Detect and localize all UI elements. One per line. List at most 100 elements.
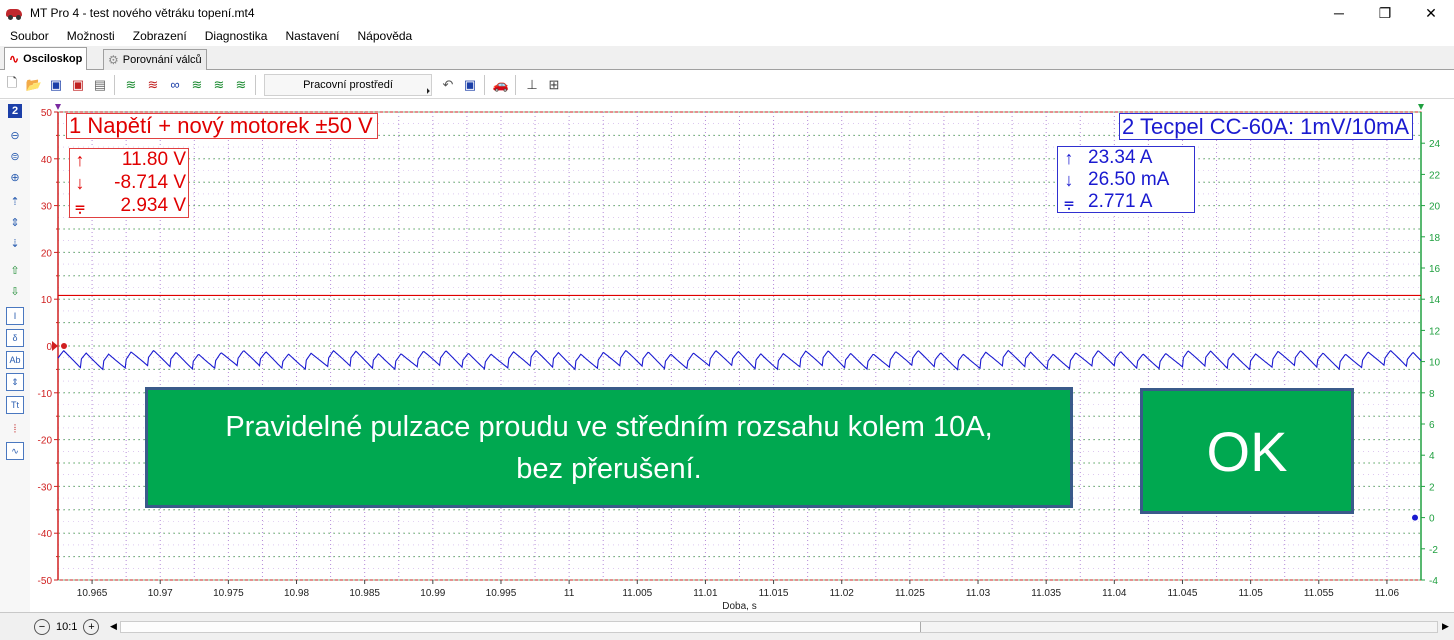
scroll-left-icon[interactable]: ◀ bbox=[110, 621, 117, 632]
x-tick-label: 11.03 bbox=[966, 588, 991, 599]
tab-osciloskop[interactable]: ∿ Osciloskop bbox=[4, 47, 88, 70]
arrow-up-icon[interactable]: ⇧ bbox=[6, 261, 24, 279]
channel-number-icon[interactable]: 2 bbox=[8, 104, 22, 118]
channel2-avg: 2.771 A bbox=[1088, 191, 1153, 212]
oscilloscope-plot[interactable]: 50 40 30 20 10 0 -10 -20 -30 -40 -50 24 22 20 18 16 14 12… bbox=[30, 100, 1454, 612]
left-tick-label: -50 bbox=[38, 576, 53, 587]
channel-settings-icon[interactable]: ≋ bbox=[187, 75, 207, 95]
right-tick-label: 16 bbox=[1429, 264, 1441, 275]
new-file-icon[interactable]: 🗋 bbox=[2, 75, 22, 95]
zoom-in-icon[interactable]: ⊕ bbox=[6, 168, 24, 186]
arrow-down-icon[interactable]: ⇩ bbox=[6, 282, 24, 300]
plot-svg: 50403020100-10-20-30-40-5024222018161412… bbox=[38, 104, 1441, 612]
right-tick-label: 24 bbox=[1429, 139, 1441, 150]
save-icon[interactable]: ▣ bbox=[46, 75, 66, 95]
channels-remove-icon[interactable]: ≋ bbox=[143, 75, 163, 95]
menu-moznosti[interactable]: Možnosti bbox=[58, 29, 124, 43]
maximize-button[interactable]: ❐ bbox=[1362, 0, 1408, 26]
min-arrow-icon: ↓ bbox=[75, 173, 85, 193]
move-down-icon[interactable]: ⇣ bbox=[6, 234, 24, 252]
save-workspace-icon[interactable]: ▣ bbox=[460, 75, 480, 95]
menu-zobrazeni[interactable]: Zobrazení bbox=[124, 29, 196, 43]
channel2-label[interactable]: 2 Tecpel CC-60A: 1mV/10mA bbox=[1119, 113, 1413, 140]
channel2-measurements: ↑ 23.34 A ↓ 26.50 mA ⩦ 2.771 A bbox=[1057, 146, 1195, 213]
channel-import-icon[interactable]: ≋ bbox=[231, 75, 251, 95]
measure-range-icon[interactable]: ⇕ bbox=[6, 373, 24, 391]
annotation-note: Pravidelné pulzace proudu ve středním ro… bbox=[145, 387, 1073, 508]
average-icon: ⩦ bbox=[74, 196, 86, 216]
title-bar: MT Pro 4 - test nového větráku topení.mt… bbox=[0, 0, 1454, 26]
zoom-out-icon[interactable]: ⊖ bbox=[6, 126, 24, 144]
x-tick-label: 11.045 bbox=[1168, 588, 1198, 599]
average-icon: ⩦ bbox=[1063, 192, 1075, 212]
x-tick-label: 11.05 bbox=[1238, 588, 1263, 599]
trigger-marker-left bbox=[55, 104, 61, 110]
close-button[interactable]: ✕ bbox=[1408, 0, 1454, 26]
text-label-icon[interactable]: Ab bbox=[6, 351, 24, 369]
move-up-icon[interactable]: ⇡ bbox=[6, 192, 24, 210]
undo-icon[interactable]: ↶ bbox=[438, 75, 458, 95]
measure-icon[interactable]: ⊥ bbox=[522, 75, 542, 95]
menu-bar: Soubor Možnosti Zobrazení Diagnostika Na… bbox=[0, 26, 1454, 46]
right-tick-label: 8 bbox=[1429, 389, 1435, 400]
center-icon[interactable]: ⇕ bbox=[6, 213, 24, 231]
right-tick-label: 14 bbox=[1429, 295, 1441, 306]
channel1-label[interactable]: 1 Napětí + nový motorek ±50 V bbox=[66, 113, 378, 139]
right-tick-label: 0 bbox=[1429, 514, 1435, 525]
time-scrollbar[interactable] bbox=[120, 621, 1438, 633]
print-icon[interactable]: ▤ bbox=[90, 75, 110, 95]
right-tick-label: 20 bbox=[1429, 202, 1441, 213]
x-tick-label: 11.035 bbox=[1031, 588, 1061, 599]
right-tick-label: 10 bbox=[1429, 358, 1441, 369]
max-arrow-icon: ↑ bbox=[75, 150, 85, 170]
right-tick-label: -2 bbox=[1429, 545, 1438, 556]
gear-icon: ⚙ bbox=[108, 53, 119, 67]
workspace-label: Pracovní prostředí bbox=[303, 78, 393, 91]
bottom-bar: − 10:1 + ◀ ▶ bbox=[0, 612, 1454, 640]
menu-diagnostika[interactable]: Diagnostika bbox=[196, 29, 277, 43]
channel1-zero-dot bbox=[61, 343, 67, 349]
save-as-icon[interactable]: ▣ bbox=[68, 75, 88, 95]
right-tick-label: 6 bbox=[1429, 420, 1435, 431]
tab-bar: ∿ Osciloskop ⚙ Porovnání válců bbox=[0, 46, 1454, 70]
channel2-zero-dot bbox=[1412, 514, 1418, 521]
time-zoom-in-icon[interactable]: + bbox=[83, 618, 100, 635]
menu-nastaveni[interactable]: Nastavení bbox=[276, 29, 348, 43]
cursor-pair-icon[interactable]: δ bbox=[6, 329, 24, 347]
x-tick-label: 11.025 bbox=[895, 588, 925, 599]
left-tick-label: -20 bbox=[38, 436, 53, 447]
cursor-line-icon[interactable]: I bbox=[6, 307, 24, 325]
x-tick-label: 10.98 bbox=[284, 588, 309, 599]
minimize-button[interactable]: ─ bbox=[1316, 0, 1362, 26]
menu-napoveda[interactable]: Nápověda bbox=[349, 29, 422, 43]
x-tick-label: 11.06 bbox=[1375, 588, 1400, 599]
graph-blue-icon[interactable]: ∿ bbox=[6, 442, 24, 460]
scroll-right-icon[interactable]: ▶ bbox=[1442, 621, 1449, 632]
time-zoom-level: 10:1 bbox=[56, 620, 78, 633]
left-tick-label: 0 bbox=[46, 342, 52, 353]
time-zoom-out-icon[interactable]: − bbox=[34, 618, 50, 635]
x-tick-label: 11.04 bbox=[1102, 588, 1127, 599]
vehicle-icon[interactable]: 🚗 bbox=[491, 75, 511, 95]
menu-soubor[interactable]: Soubor bbox=[0, 29, 58, 43]
x-tick-label: 10.975 bbox=[213, 588, 244, 599]
open-folder-icon[interactable]: 📂 bbox=[24, 75, 44, 95]
time-cursor-icon[interactable]: Tt bbox=[6, 396, 24, 414]
time-scrollbar-thumb[interactable] bbox=[121, 622, 921, 632]
annotation-line2: bez přerušení. bbox=[516, 452, 702, 485]
right-tick-label: 4 bbox=[1429, 451, 1435, 462]
right-tick-label: 22 bbox=[1429, 170, 1441, 181]
channel-export-icon[interactable]: ≋ bbox=[209, 75, 229, 95]
channel-link-icon[interactable]: ∞ bbox=[165, 75, 185, 95]
tab-porovnani-valcu[interactable]: ⚙ Porovnání válců bbox=[103, 49, 207, 70]
channel1-min: -8.714 V bbox=[114, 172, 186, 193]
graph-red-icon[interactable]: ⦙ bbox=[6, 420, 24, 438]
x-tick-label: 10.965 bbox=[77, 588, 108, 599]
ok-badge: OK bbox=[1140, 388, 1354, 514]
channels-icon[interactable]: ≋ bbox=[121, 75, 141, 95]
workspace-dropdown[interactable]: Pracovní prostředí bbox=[264, 73, 432, 96]
x-axis-label: Doba, s bbox=[722, 601, 756, 612]
zoom-reset-icon[interactable]: ⊜ bbox=[6, 147, 24, 165]
cursor-icon[interactable]: ⊞ bbox=[544, 75, 564, 95]
x-tick-label: 10.985 bbox=[349, 588, 380, 599]
